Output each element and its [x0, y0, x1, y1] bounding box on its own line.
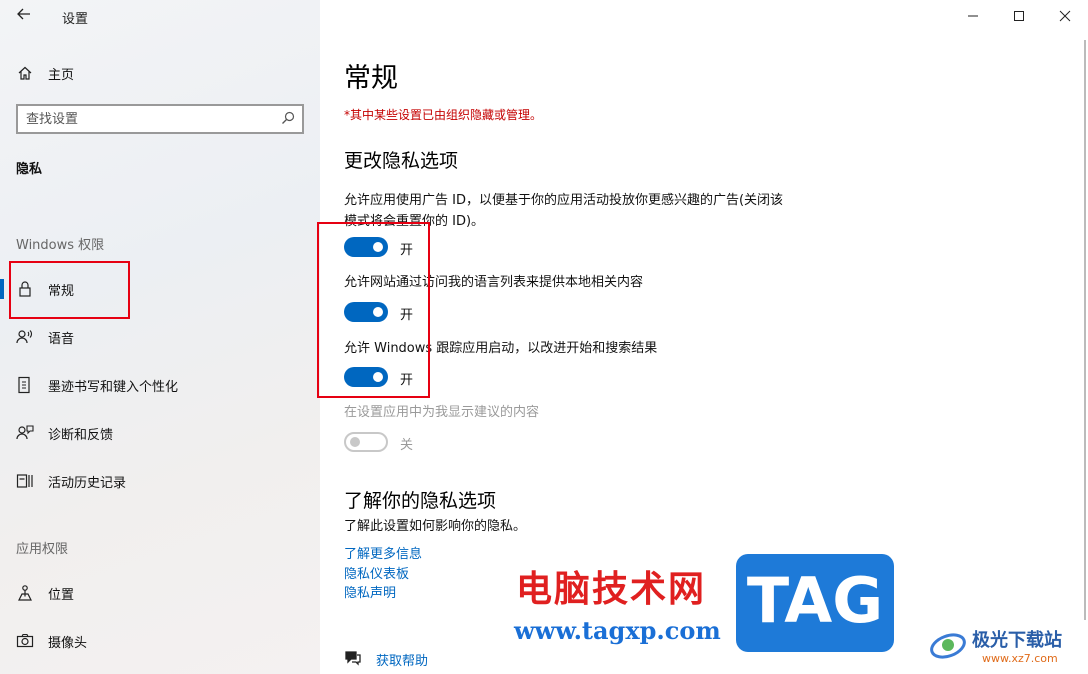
camera-icon — [16, 632, 34, 650]
managed-note: *其中某些设置已由组织隐藏或管理。 — [344, 108, 543, 122]
sidebar-item-label: 常规 — [48, 283, 75, 299]
sidebar-item-label: 主页 — [48, 67, 75, 83]
setting-app-launch-desc: 允许 Windows 跟踪应用启动，以改进开始和搜索结果 — [344, 341, 658, 356]
search-input[interactable] — [18, 111, 268, 127]
language-list-toggle[interactable] — [344, 302, 388, 322]
language-list-state: 开 — [400, 308, 414, 323]
search-icon[interactable] — [280, 110, 296, 126]
toggle-knob — [373, 307, 383, 317]
active-indicator — [0, 279, 4, 299]
sidebar-item-home[interactable]: 主页 — [0, 53, 320, 93]
back-arrow-icon[interactable] — [16, 6, 36, 26]
help-chat-icon[interactable] — [344, 650, 362, 666]
sidebar-item-label: 语音 — [48, 331, 75, 347]
advertising-id-state: 开 — [400, 243, 414, 258]
learn-privacy-heading: 了解你的隐私选项 — [344, 490, 497, 512]
sidebar-item-label: 摄像头 — [48, 635, 88, 651]
scrollbar[interactable] — [1084, 40, 1086, 620]
toggle-knob — [373, 372, 383, 382]
get-help-link[interactable]: 获取帮助 — [376, 650, 428, 669]
sidebar-item-label: 诊断和反馈 — [48, 427, 114, 443]
sidebar-item-label: 位置 — [48, 587, 75, 603]
sidebar-item-inking[interactable]: 墨迹书写和键入个性化 — [0, 365, 320, 405]
sidebar-item-camera[interactable]: 摄像头 — [0, 621, 320, 661]
setting-suggested-content-desc: 在设置应用中为我显示建议的内容 — [344, 405, 540, 420]
minimize-button[interactable] — [950, 0, 996, 32]
sidebar: 设置 主页 隐私 Windows 权限 常规 语音 墨迹书写和键入个性化 — [0, 0, 320, 674]
watermark-logo-name: 极光下载站 — [972, 630, 1062, 651]
sidebar-item-label: 活动历史记录 — [48, 475, 127, 491]
maximize-button[interactable] — [996, 0, 1042, 32]
sidebar-item-label: 墨迹书写和键入个性化 — [48, 379, 179, 395]
close-button[interactable] — [1042, 0, 1088, 32]
sidebar-item-location[interactable]: 位置 — [0, 573, 320, 613]
learn-more-link[interactable]: 了解更多信息 — [344, 543, 422, 562]
app-launch-state: 开 — [400, 373, 414, 388]
search-box[interactable] — [16, 104, 304, 134]
toggle-knob — [373, 242, 383, 252]
watermark-site-url: www.tagxp.com — [514, 616, 721, 645]
watermark-tag-badge: TAG — [736, 554, 894, 652]
watermark-logo-icon — [928, 624, 968, 664]
windows-permissions-heading: Windows 权限 — [16, 238, 105, 253]
watermark-logo-url: www.xz7.com — [982, 652, 1058, 665]
history-icon — [16, 472, 34, 490]
speech-icon — [16, 328, 34, 346]
home-icon — [16, 64, 34, 82]
app-permissions-heading: 应用权限 — [16, 542, 69, 557]
toggle-knob — [350, 437, 360, 447]
privacy-heading: 隐私 — [16, 162, 43, 177]
page-title: 常规 — [344, 63, 398, 94]
sidebar-item-general[interactable]: 常规 — [0, 269, 320, 309]
lock-icon — [16, 280, 34, 298]
privacy-dashboard-link[interactable]: 隐私仪表板 — [344, 563, 409, 582]
advertising-id-toggle[interactable] — [344, 237, 388, 257]
setting-advertising-id-desc: 允许应用使用广告 ID，以便基于你的应用活动投放你更感兴趣的广告(关闭该模式将会… — [344, 193, 784, 229]
window-title: 设置 — [62, 12, 89, 27]
sidebar-item-diagnostics[interactable]: 诊断和反馈 — [0, 413, 320, 453]
watermark-site-name: 电脑技术网 — [516, 569, 707, 610]
suggested-content-toggle — [344, 432, 388, 452]
watermark-tag-text: TAG — [746, 564, 884, 637]
learn-privacy-desc: 了解此设置如何影响你的隐私。 — [344, 519, 527, 534]
location-icon — [16, 584, 34, 602]
privacy-statement-link[interactable]: 隐私声明 — [344, 582, 396, 601]
app-launch-toggle[interactable] — [344, 367, 388, 387]
window-controls — [950, 0, 1088, 32]
sidebar-item-speech[interactable]: 语音 — [0, 317, 320, 357]
feedback-icon — [16, 424, 34, 442]
sidebar-item-activity-history[interactable]: 活动历史记录 — [0, 461, 320, 501]
ink-icon — [16, 376, 34, 394]
suggested-content-state: 关 — [400, 438, 414, 453]
setting-language-list-desc: 允许网站通过访问我的语言列表来提供本地相关内容 — [344, 275, 644, 290]
change-privacy-heading: 更改隐私选项 — [344, 150, 459, 172]
